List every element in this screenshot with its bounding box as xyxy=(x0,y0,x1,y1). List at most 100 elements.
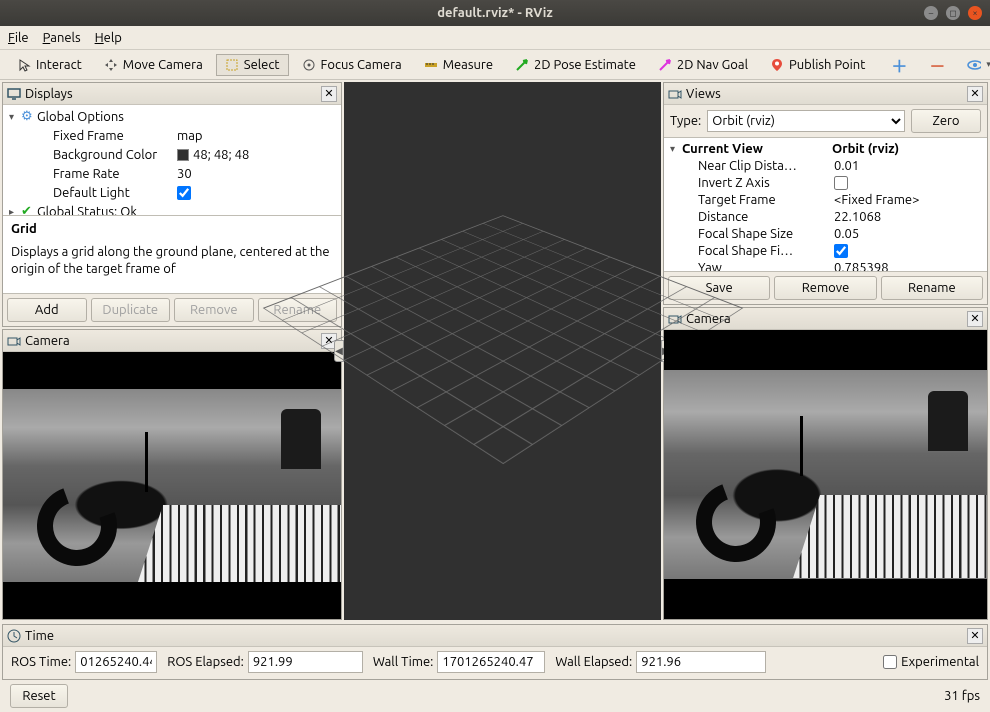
wall-time-label: Wall Time: xyxy=(373,655,434,669)
desc-title: Grid xyxy=(11,222,333,236)
close-button[interactable]: × xyxy=(968,6,982,20)
camera-left-view[interactable] xyxy=(3,352,341,619)
ros-time-input[interactable] xyxy=(75,651,157,673)
time-close[interactable]: ✕ xyxy=(967,628,983,644)
menubar: File Panels Help xyxy=(0,26,990,50)
wall-time-input[interactable] xyxy=(437,651,545,673)
tree-row-default-light[interactable]: Default Light xyxy=(3,183,341,202)
displays-close[interactable]: ✕ xyxy=(321,86,337,102)
displays-title: Displays xyxy=(25,87,317,101)
time-body: ROS Time: ROS Elapsed: Wall Time: Wall E… xyxy=(3,647,987,677)
displays-icon xyxy=(7,87,21,101)
views-type-bar: Type: Orbit (rviz) Zero xyxy=(664,105,987,138)
displays-body: ▾ ⚙ Global Options Fixed Frame map Backg… xyxy=(3,105,341,326)
camera-left-title: Camera xyxy=(25,334,317,348)
wall-elapsed-input[interactable] xyxy=(636,651,766,673)
menu-panels[interactable]: Panels xyxy=(43,31,81,45)
camera-image xyxy=(3,389,341,581)
tool-nav-goal[interactable]: 2D Nav Goal xyxy=(649,54,757,76)
tool-remove[interactable]: － xyxy=(920,49,954,81)
tool-interact[interactable]: Interact xyxy=(8,54,91,76)
time-header[interactable]: Time ✕ xyxy=(3,625,987,647)
focal-fixed-checkbox[interactable] xyxy=(834,244,848,258)
gear-icon: ⚙ xyxy=(21,109,37,124)
clock-icon xyxy=(7,629,21,643)
duplicate-button[interactable]: Duplicate xyxy=(91,298,171,322)
ros-elapsed-label: ROS Elapsed: xyxy=(167,655,244,669)
views-prop-focal-fixed[interactable]: Focal Shape Fi… xyxy=(664,242,987,259)
tool-move-camera[interactable]: Move Camera xyxy=(95,54,212,76)
tree-row-global-options[interactable]: ▾ ⚙ Global Options xyxy=(3,107,341,126)
invert-z-checkbox[interactable] xyxy=(834,176,848,190)
camera-left-header[interactable]: Camera ✕ xyxy=(3,330,341,352)
camera-right-close[interactable]: ✕ xyxy=(967,311,983,327)
views-title: Views xyxy=(686,87,963,101)
views-icon xyxy=(668,87,682,101)
select-icon xyxy=(225,58,239,72)
tool-publish-point[interactable]: Publish Point xyxy=(761,54,874,76)
views-header[interactable]: Views ✕ xyxy=(664,83,987,105)
views-prop-distance[interactable]: Distance22.1068 xyxy=(664,208,987,225)
tree-row-frame-rate[interactable]: Frame Rate 30 xyxy=(3,164,341,183)
views-close[interactable]: ✕ xyxy=(967,86,983,102)
views-type-select[interactable]: Orbit (rviz) xyxy=(707,110,905,132)
camera-right-panel: Camera ✕ xyxy=(663,307,988,620)
chevron-down-icon: ▾ xyxy=(986,59,990,70)
views-current-row[interactable]: ▾ Current View Orbit (rviz) xyxy=(664,140,987,157)
viewport-3d[interactable] xyxy=(344,82,661,620)
views-prop-yaw[interactable]: Yaw0.785398 xyxy=(664,259,987,271)
color-swatch xyxy=(177,149,189,161)
wall-elapsed-label: Wall Elapsed: xyxy=(555,655,632,669)
arrow-green-icon xyxy=(515,58,529,72)
window-controls: – ◻ × xyxy=(924,6,982,20)
arrow-pink-icon xyxy=(658,58,672,72)
pointer-icon xyxy=(17,58,31,72)
camera-left-panel: Camera ✕ xyxy=(2,329,342,620)
views-tree[interactable]: ▾ Current View Orbit (rviz) Near Clip Di… xyxy=(664,138,987,271)
displays-header[interactable]: Displays ✕ xyxy=(3,83,341,105)
views-prop-invert-z[interactable]: Invert Z Axis xyxy=(664,174,987,191)
plus-icon: ＋ xyxy=(891,53,907,77)
add-button[interactable]: Add xyxy=(7,298,87,322)
menu-help[interactable]: Help xyxy=(95,31,122,45)
fps-label: 31 fps xyxy=(944,689,980,703)
window-title: default.rviz* - RViz xyxy=(8,6,982,20)
zero-button[interactable]: Zero xyxy=(911,109,981,133)
views-prop-near-clip[interactable]: Near Clip Dista…0.01 xyxy=(664,157,987,174)
eye-icon xyxy=(967,58,981,72)
right-column: Views ✕ Type: Orbit (rviz) Zero ▾ Curren… xyxy=(663,82,988,620)
ros-elapsed-input[interactable] xyxy=(248,651,363,673)
tool-focus-camera[interactable]: Focus Camera xyxy=(293,54,411,76)
menu-file[interactable]: File xyxy=(8,31,29,45)
tree-row-global-status[interactable]: ▸ ✔ Global Status: Ok xyxy=(3,202,341,215)
center-column: ◀ ▶ xyxy=(344,82,661,620)
displays-tree[interactable]: ▾ ⚙ Global Options Fixed Frame map Backg… xyxy=(3,105,341,215)
views-prop-target-frame[interactable]: Target Frame<Fixed Frame> xyxy=(664,191,987,208)
views-type-label: Type: xyxy=(670,114,701,128)
displays-panel: Displays ✕ ▾ ⚙ Global Options Fixed Fram… xyxy=(2,82,342,327)
default-light-checkbox[interactable] xyxy=(177,186,191,200)
views-remove-button[interactable]: Remove xyxy=(774,276,876,300)
tool-select[interactable]: Select xyxy=(216,54,289,76)
remove-button[interactable]: Remove xyxy=(174,298,254,322)
left-column: Displays ✕ ▾ ⚙ Global Options Fixed Fram… xyxy=(2,82,342,620)
camera-right-view[interactable] xyxy=(664,330,987,619)
desc-text: Displays a grid along the ground plane, … xyxy=(11,244,333,278)
tree-row-bg-color[interactable]: Background Color 48; 48; 48 xyxy=(3,145,341,164)
main-area: Displays ✕ ▾ ⚙ Global Options Fixed Fram… xyxy=(0,80,990,622)
tool-pose-estimate[interactable]: 2D Pose Estimate xyxy=(506,54,645,76)
ros-time-label: ROS Time: xyxy=(11,655,71,669)
views-rename-button[interactable]: Rename xyxy=(881,276,983,300)
experimental-checkbox[interactable] xyxy=(883,655,897,669)
views-prop-focal-size[interactable]: Focal Shape Size0.05 xyxy=(664,225,987,242)
check-icon: ✔ xyxy=(21,204,37,215)
tool-add[interactable]: ＋ xyxy=(882,49,916,81)
experimental-checkbox-wrap[interactable]: Experimental xyxy=(883,655,979,669)
tool-measure[interactable]: Measure xyxy=(415,54,502,76)
minimize-button[interactable]: – xyxy=(924,6,938,20)
reset-button[interactable]: Reset xyxy=(10,684,68,708)
tree-row-fixed-frame[interactable]: Fixed Frame map xyxy=(3,126,341,145)
tool-visibility[interactable]: ▾ xyxy=(958,54,990,76)
maximize-button[interactable]: ◻ xyxy=(946,6,960,20)
toolbar: Interact Move Camera Select Focus Camera… xyxy=(0,50,990,80)
